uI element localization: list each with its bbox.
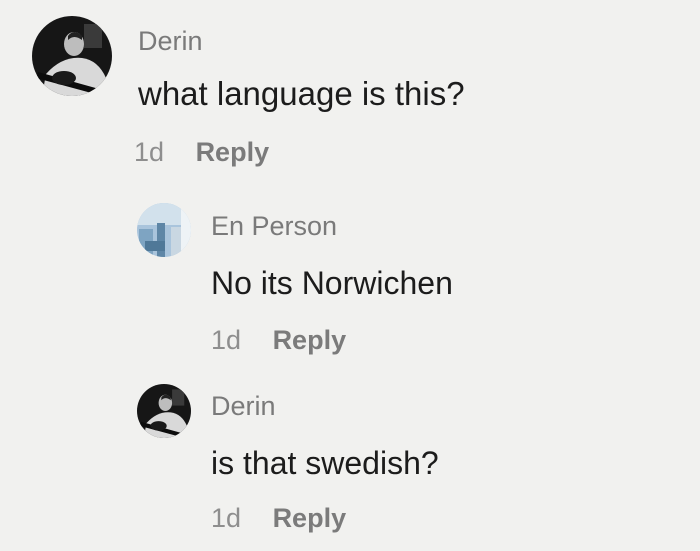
avatar[interactable] <box>137 384 191 438</box>
comment-meta: 1d Reply <box>211 325 346 356</box>
comment-text: is that swedish? <box>211 445 439 481</box>
comment-timestamp: 1d <box>211 325 242 355</box>
reply-button[interactable]: Reply <box>196 137 270 167</box>
reply-button[interactable]: Reply <box>273 325 347 355</box>
comment-meta: 1d Reply <box>211 503 346 534</box>
profile-photo-icon <box>32 16 112 96</box>
profile-photo-icon <box>137 384 191 438</box>
comment-meta: 1d Reply <box>134 137 269 168</box>
avatar[interactable] <box>137 203 191 257</box>
reply-button[interactable]: Reply <box>273 503 347 533</box>
comment-text: No its Norwichen <box>211 265 453 301</box>
comment-timestamp: 1d <box>134 137 165 167</box>
comment-timestamp: 1d <box>211 503 242 533</box>
comment-username[interactable]: Derin <box>211 391 276 422</box>
comment-username[interactable]: Derin <box>138 26 203 57</box>
comment-text: what language is this? <box>138 75 465 112</box>
avatar[interactable] <box>32 16 112 96</box>
comment-username[interactable]: En Person <box>211 211 337 242</box>
profile-photo-icon <box>137 203 191 257</box>
